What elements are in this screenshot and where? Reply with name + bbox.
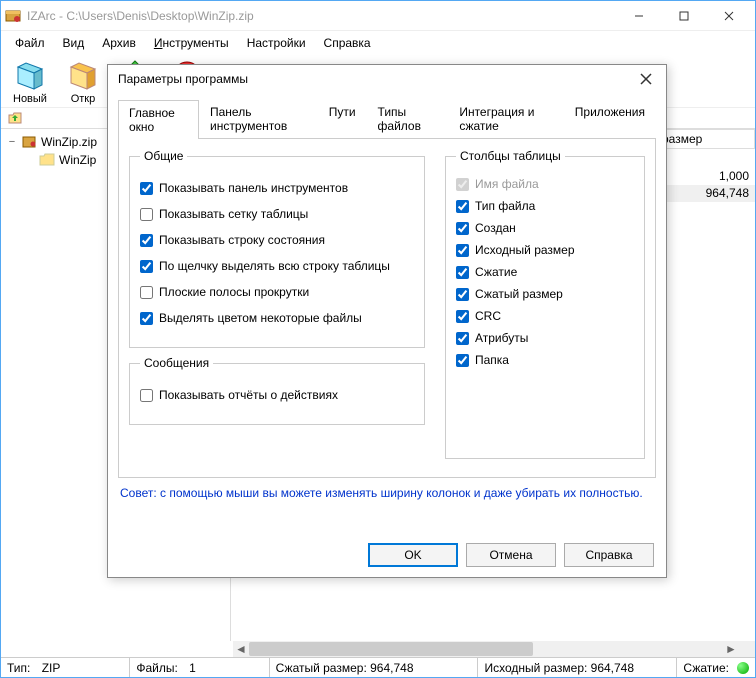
status-type: Тип: ZIP xyxy=(1,658,130,677)
dialog-close-button[interactable] xyxy=(636,69,656,89)
archive-icon xyxy=(21,134,37,150)
chk-col-orig-size[interactable]: Исходный размер xyxy=(456,243,634,257)
chk-col-compression[interactable]: Сжатие xyxy=(456,265,634,279)
toolbar-new-label: Новый xyxy=(13,93,47,105)
menu-archive[interactable]: Архив xyxy=(94,33,144,53)
tree-root-label: WinZip.zip xyxy=(41,135,97,149)
chk-col-filetype[interactable]: Тип файла xyxy=(456,199,634,213)
status-compression: Сжатие: xyxy=(677,658,755,677)
statusbar: Тип: ZIP Файлы: 1 Сжатый размер: 964,748… xyxy=(1,657,755,677)
group-messages: Сообщения Показывать отчёты о действиях xyxy=(129,356,425,425)
open-icon xyxy=(67,59,99,91)
settings-dialog: Параметры программы Главное окно Панель … xyxy=(107,64,667,578)
legend-general: Общие xyxy=(140,149,187,163)
toolbar-open-button[interactable]: Откр xyxy=(67,59,99,105)
menu-help[interactable]: Справка xyxy=(316,33,379,53)
status-original: Исходный размер: 964,748 xyxy=(478,658,677,677)
group-columns: Столбцы таблицы Имя файла Тип файла Созд… xyxy=(445,149,645,459)
tab-filetypes[interactable]: Типы файлов xyxy=(367,99,449,138)
chk-show-toolbar[interactable]: Показывать панель инструментов xyxy=(140,181,414,195)
chk-show-reports[interactable]: Показывать отчёты о действиях xyxy=(140,388,414,402)
chk-col-compr-size[interactable]: Сжатый размер xyxy=(456,287,634,301)
cell-size-2: 964,748 xyxy=(659,186,749,200)
scroll-left-icon[interactable]: ◄ xyxy=(233,641,249,657)
chk-col-filename: Имя файла xyxy=(456,177,634,191)
toolbar-new-button[interactable]: Новый xyxy=(13,59,47,105)
scroll-thumb[interactable] xyxy=(249,642,533,656)
chk-col-folder[interactable]: Папка xyxy=(456,353,634,367)
tab-apps[interactable]: Приложения xyxy=(564,99,656,138)
minimize-button[interactable] xyxy=(616,2,661,30)
chk-show-status[interactable]: Показывать строку состояния xyxy=(140,233,414,247)
dialog-button-row: OK Отмена Справка xyxy=(108,533,666,577)
dialog-titlebar: Параметры программы xyxy=(108,65,666,93)
titlebar: IZArc - C:\Users\Denis\Desktop\WinZip.zi… xyxy=(1,1,755,31)
column-header-size[interactable]: размер xyxy=(655,129,755,149)
menu-view[interactable]: Вид xyxy=(55,33,93,53)
tab-integration[interactable]: Интеграция и сжатие xyxy=(448,99,563,138)
help-button[interactable]: Справка xyxy=(564,543,654,567)
collapse-icon[interactable]: − xyxy=(7,136,17,148)
status-compressed: Сжатый размер: 964,748 xyxy=(270,658,479,677)
legend-messages: Сообщения xyxy=(140,356,213,370)
chk-show-grid[interactable]: Показывать сетку таблицы xyxy=(140,207,414,221)
scroll-right-icon[interactable]: ► xyxy=(723,641,739,657)
chk-col-created[interactable]: Создан xyxy=(456,221,634,235)
new-icon xyxy=(14,59,46,91)
chk-col-crc[interactable]: CRC xyxy=(456,309,634,323)
dialog-title: Параметры программы xyxy=(118,72,636,86)
tab-toolbar[interactable]: Панель инструментов xyxy=(199,99,318,138)
tab-body: Общие Показывать панель инструментов Пок… xyxy=(118,138,656,478)
close-icon xyxy=(640,73,652,85)
horizontal-scrollbar[interactable]: ◄ ► xyxy=(233,641,739,657)
up-icon[interactable] xyxy=(7,110,23,126)
status-files: Файлы: 1 xyxy=(130,658,269,677)
chk-flat-scroll[interactable]: Плоские полосы прокрутки xyxy=(140,285,414,299)
chk-col-attributes[interactable]: Атрибуты xyxy=(456,331,634,345)
dialog-hint: Совет: с помощью мыши вы можете изменять… xyxy=(120,486,654,500)
menu-file[interactable]: Файл xyxy=(7,33,53,53)
close-button[interactable] xyxy=(706,2,751,30)
cancel-button[interactable]: Отмена xyxy=(466,543,556,567)
group-general: Общие Показывать панель инструментов Пок… xyxy=(129,149,425,348)
tree-child-label: WinZip xyxy=(59,153,96,167)
toolbar-open-label: Откр xyxy=(71,93,96,105)
app-icon xyxy=(5,8,21,24)
legend-columns: Столбцы таблицы xyxy=(456,149,565,163)
window-title: IZArc - C:\Users\Denis\Desktop\WinZip.zi… xyxy=(27,9,616,23)
maximize-button[interactable] xyxy=(661,2,706,30)
folder-icon xyxy=(39,152,55,168)
scroll-corner xyxy=(739,641,755,657)
menubar: Файл Вид Архив Инструменты Настройки Спр… xyxy=(1,31,755,55)
ok-button[interactable]: OK xyxy=(368,543,458,567)
dialog-tabs: Главное окно Панель инструментов Пути Ти… xyxy=(108,93,666,138)
chk-click-select-row[interactable]: По щелчку выделять всю строку таблицы xyxy=(140,259,414,273)
chk-color-files[interactable]: Выделять цветом некоторые файлы xyxy=(140,311,414,325)
cell-size-1: 1,000 xyxy=(659,169,749,183)
menu-settings[interactable]: Настройки xyxy=(239,33,314,53)
tab-main-window[interactable]: Главное окно xyxy=(118,100,199,139)
status-dot-icon xyxy=(737,662,749,674)
menu-tools[interactable]: Инструменты xyxy=(146,33,237,53)
tab-paths[interactable]: Пути xyxy=(318,99,367,138)
